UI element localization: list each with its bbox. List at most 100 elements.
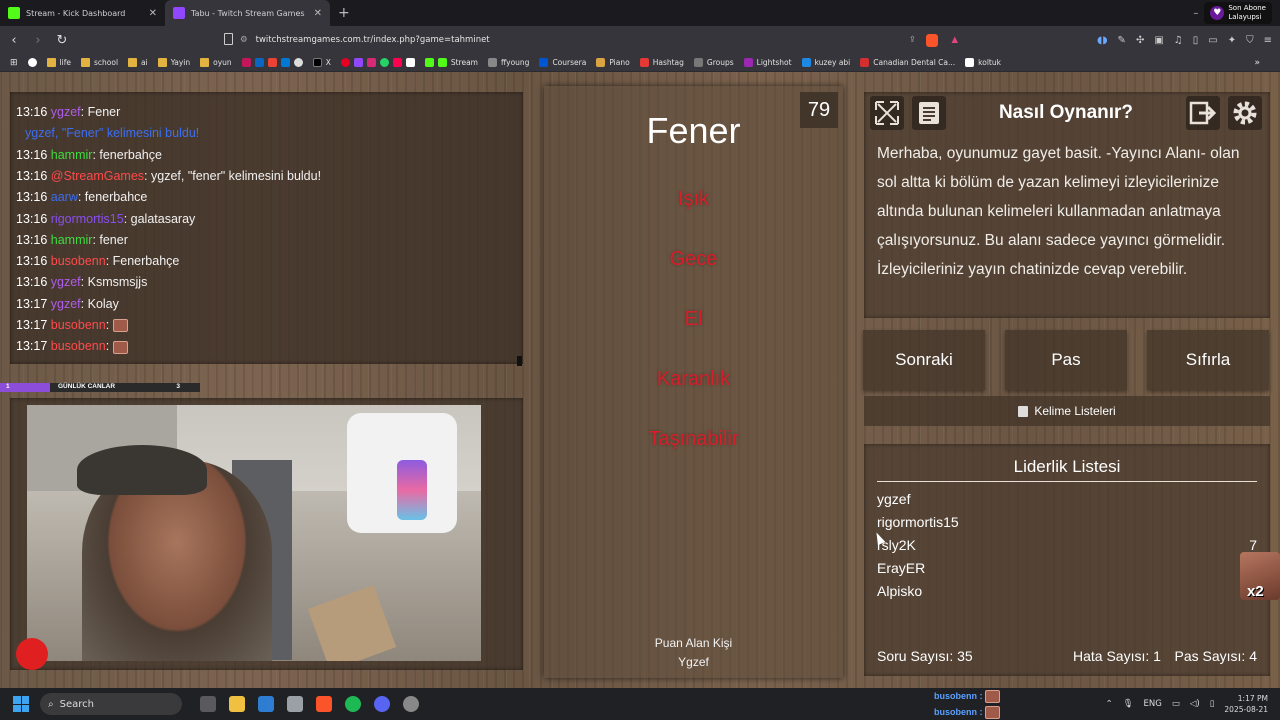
bookmark-ai[interactable]: ai (128, 58, 148, 67)
taboo-word: Gece (669, 248, 718, 270)
bookmark-social[interactable] (340, 58, 415, 67)
folder-icon (80, 58, 90, 67)
bookmark-lightshot[interactable]: Lightshot (743, 58, 792, 67)
bookmark-koltuk[interactable]: koltuk (965, 58, 1001, 67)
taskbar-search[interactable]: ⌕ Search (40, 693, 182, 715)
chat-username[interactable]: busobenn (51, 318, 106, 332)
spotify-icon[interactable] (345, 696, 361, 712)
chat-username[interactable]: hammir (51, 233, 93, 247)
brave-rewards-icon[interactable]: ▲ (951, 35, 958, 45)
bookmark-school[interactable]: school (80, 58, 118, 67)
task-view-icon[interactable] (200, 696, 216, 712)
volume-icon[interactable]: ◁) (1190, 699, 1200, 709)
fullscreen-icon[interactable] (870, 96, 904, 130)
bookmark-x[interactable]: X (312, 58, 331, 67)
forward-icon[interactable]: › (28, 33, 48, 48)
score-info: Puan Alan Kişi Ygzef (544, 634, 843, 672)
tray-chevron-icon[interactable]: ⌃ (1106, 699, 1113, 709)
app-icon[interactable] (287, 696, 303, 712)
photos-icon[interactable] (258, 696, 274, 712)
bookmark-yayin[interactable]: Yayin (157, 58, 190, 67)
notif-line: busobenn : (934, 704, 1004, 720)
brave-browser-icon[interactable] (316, 696, 332, 712)
chat-username[interactable]: ygzef (51, 105, 81, 119)
notebook-icon (1018, 405, 1029, 417)
close-tab-icon[interactable]: ✕ (149, 8, 157, 19)
chat-username[interactable]: busobenn (51, 254, 106, 268)
language-indicator[interactable]: ENG (1144, 699, 1162, 709)
wallet-icon[interactable]: ▭ (1208, 35, 1217, 46)
clock[interactable]: 1:17 PM 2025-08-21 (1224, 693, 1268, 715)
bookmark-dental[interactable]: Canadian Dental Ca... (860, 58, 955, 67)
bookmark-google[interactable] (27, 58, 37, 67)
chat-username[interactable]: ygzef (51, 297, 81, 311)
reset-button[interactable]: Sıfırla (1147, 330, 1269, 390)
bookmark-piano[interactable]: Piano (596, 58, 630, 67)
emote-icon (112, 319, 128, 333)
chat-username[interactable]: ygzef (51, 275, 81, 289)
chat-username[interactable]: hammir (51, 148, 93, 162)
url-field[interactable]: ⚙ twitchstreamgames.com.tr/index.php?gam… (240, 30, 966, 50)
exit-icon[interactable] (1186, 96, 1220, 130)
question-count: Soru Sayısı: 35 (877, 648, 973, 664)
bookmark-stream[interactable]: Stream (424, 58, 478, 67)
bookmark-coursera[interactable]: Coursera (539, 58, 586, 67)
bookmark-ffyoung[interactable]: ffyoung (487, 58, 529, 67)
network-icon[interactable]: ▭ (1172, 699, 1180, 709)
menu-icon[interactable]: ≡ (1264, 35, 1272, 46)
back-icon[interactable]: ‹ (4, 33, 24, 48)
chat-username[interactable]: ygzef, (25, 126, 58, 140)
more-bookmarks-icon[interactable]: » (1254, 58, 1260, 68)
bookmark-groups[interactable]: Groups (693, 58, 734, 67)
linkedin-icon (254, 58, 264, 67)
leo-icon[interactable]: ✦ (1228, 35, 1236, 46)
chat-username[interactable]: aarw (51, 190, 78, 204)
chat-message: 13:16 hammir: fener (16, 233, 128, 247)
bookmark-icon[interactable] (224, 33, 233, 45)
close-tab-icon[interactable]: ✕ (314, 8, 322, 19)
file-explorer-icon[interactable] (229, 696, 245, 712)
bookmark-oyun[interactable]: oyun (200, 58, 232, 67)
son-abone-user: Lalayupsi (1228, 13, 1262, 21)
chat-message: 13:16 ygzef: Fener (16, 105, 120, 119)
bookmark-label: life (59, 58, 71, 67)
next-button[interactable]: Sonraki (863, 330, 985, 390)
vpn-icon[interactable]: ⛉ (1246, 35, 1254, 46)
tab-kick-dashboard[interactable]: Stream - Kick Dashboard ✕ (0, 0, 165, 26)
chat-username[interactable]: busobenn (51, 339, 106, 353)
bookmark-kuzey[interactable]: kuzey abi (801, 58, 850, 67)
score-user: Ygzef (678, 655, 709, 669)
chat-text: : (105, 339, 113, 354)
windows-start-icon[interactable] (13, 696, 29, 712)
bookmark-life[interactable]: life (46, 58, 71, 67)
notes-icon[interactable] (912, 96, 946, 130)
bookmark-hashtag[interactable]: Hashtag (639, 58, 684, 67)
reload-icon[interactable]: ↻ (52, 33, 72, 48)
chat-username[interactable]: rigormortis15 (51, 212, 124, 226)
battery-icon[interactable]: ▯ (1210, 699, 1215, 709)
pen-icon[interactable]: ✎ (1118, 35, 1126, 46)
stream-view: 13:16 ygzef: Fener ygzef, "Fener" kelimes… (0, 72, 1280, 688)
brave-shield-icon[interactable] (926, 33, 938, 47)
minimize-icon[interactable]: – (1193, 8, 1198, 19)
bookmark-misc[interactable] (241, 58, 303, 67)
pass-button[interactable]: Pas (1005, 330, 1127, 390)
tab-tabu[interactable]: Tabu - Twitch Stream Games ✕ (165, 0, 330, 26)
site-info-icon[interactable]: ⚙ (240, 35, 248, 45)
settings-gear-icon[interactable] (1228, 96, 1262, 130)
extension-icon[interactable]: ◖◗ (1097, 35, 1108, 46)
obs-icon[interactable] (403, 696, 419, 712)
bookmark-label: ai (141, 58, 148, 67)
new-tab-button[interactable]: + (338, 5, 350, 21)
screenshot-icon[interactable]: ▣ (1154, 35, 1163, 46)
music-icon[interactable]: ♫ (1174, 35, 1183, 46)
discord-icon[interactable] (374, 696, 390, 712)
chat-username[interactable]: @StreamGames (51, 169, 144, 183)
sidebar-icon[interactable]: ▯ (1193, 35, 1199, 46)
puzzle-icon[interactable]: ✣ (1136, 35, 1144, 46)
apps-grid-icon[interactable]: ⊞ (10, 58, 18, 68)
mic-icon[interactable]: 🎙 (1123, 699, 1134, 709)
share-icon[interactable]: ⇪ (909, 35, 916, 45)
word-lists-button[interactable]: Kelime Listeleri (864, 396, 1270, 426)
chat-scrollbar[interactable] (517, 356, 522, 366)
